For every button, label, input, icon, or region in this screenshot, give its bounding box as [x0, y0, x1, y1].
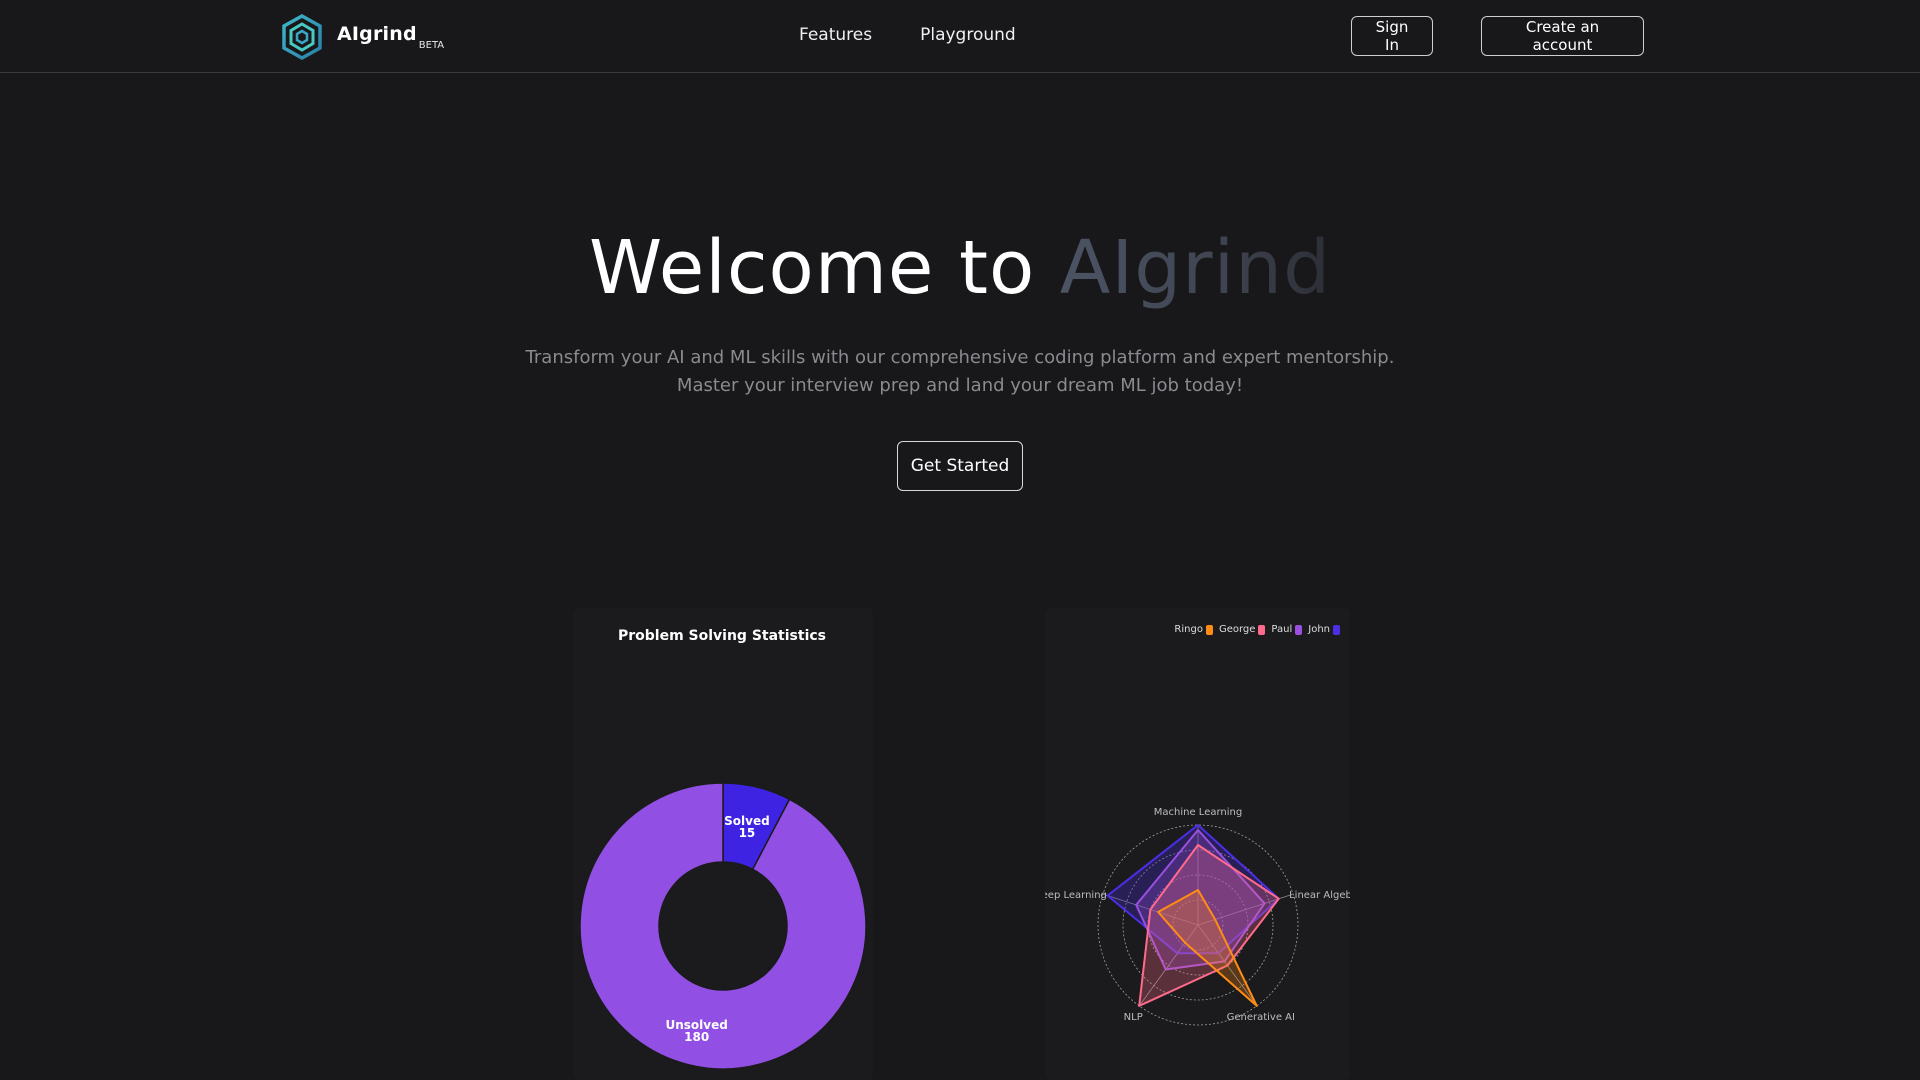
hero-title-lead: Welcome to [588, 225, 1060, 311]
radar-axis-label: Generative AI [1227, 1012, 1295, 1023]
create-account-button[interactable]: Create an account [1481, 16, 1644, 56]
radar-axis-label: Machine Learning [1154, 807, 1242, 818]
hexagon-logo-icon [282, 14, 322, 60]
skills-radar-card: Ringo George Paul John Machine Learning Line… [1045, 608, 1350, 1080]
donut-value-unsolved: 180 [684, 1030, 709, 1044]
hero-subtitle-line1: Transform your AI and ML skills with our… [525, 347, 1395, 368]
donut-value-solved: 15 [739, 826, 756, 840]
sign-in-button[interactable]: Sign In [1351, 16, 1433, 56]
radar-axis-label: NLP [1124, 1012, 1143, 1023]
brand-name: AIgrind [337, 23, 417, 45]
radar-chart: Machine Learning Linear Algebra Generative… [1045, 807, 1350, 1026]
radar-axis-label: Linear Algebra [1289, 890, 1350, 901]
get-started-button[interactable]: Get Started [897, 441, 1023, 491]
hero-title-accent: AIgrind [1059, 225, 1332, 311]
brand-link[interactable]: AIgrind BETA [281, 14, 444, 60]
hero-subtitle-line2: Master your interview prep and land your… [676, 375, 1244, 396]
top-navbar: AIgrind BETA Features Playground Sign In… [0, 0, 1920, 73]
hero-subtitle: Transform your AI and ML skills with our… [0, 344, 1920, 400]
radar-axis-label: Deep Learning [1045, 890, 1107, 901]
problem-stats-card: Problem Solving Statistics Solved 15 Unsol… [573, 608, 873, 1080]
nav-link-playground[interactable]: Playground [920, 22, 1016, 48]
beta-badge: BETA [418, 39, 445, 51]
donut-chart: Solved15Unsolved180 [579, 782, 867, 1070]
hero-title: Welcome to AIgrind [0, 222, 1920, 314]
nav-link-features[interactable]: Features [799, 22, 872, 48]
nav-links: Features Playground [799, 22, 1016, 48]
